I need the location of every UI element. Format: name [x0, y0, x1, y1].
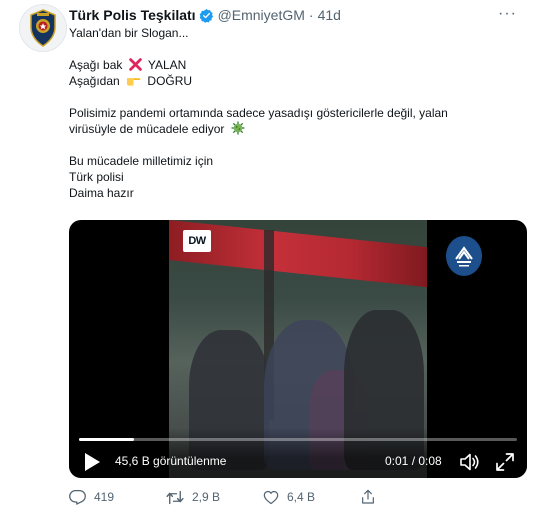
more-options-icon[interactable]: ··· [498, 5, 517, 23]
virus-icon [231, 121, 245, 139]
timestamp[interactable]: 41d [318, 7, 341, 23]
text-line: Yalan'dan bir Slogan... [69, 26, 189, 40]
text-fragment: Aşağı bak [69, 58, 123, 72]
text-line: Polisimiz pandemi ortamında sadece yasad… [69, 106, 448, 120]
police-badge-icon [30, 9, 56, 47]
tweet-actions: 419 2,9 B 6,4 B [69, 488, 400, 506]
display-name[interactable]: Türk Polis Teşkilatı [69, 7, 196, 23]
text-line: virüsüyle de mücadele ediyor [69, 121, 519, 137]
video-player[interactable]: DW 45,6 B görüntülenme 0:01 / 0:08 [69, 220, 527, 478]
text-fragment: YALAN [147, 58, 187, 72]
video-controls: 45,6 B görüntülenme 0:01 / 0:08 [69, 428, 527, 478]
reply-button[interactable]: 419 [69, 489, 166, 505]
play-icon[interactable] [83, 452, 101, 472]
ajans-haber-logo-icon [446, 236, 482, 276]
timecode: 0:01 / 0:08 [385, 454, 442, 468]
tweet-text: Yalan'dan bir Slogan... Aşağı bak YALAN … [69, 25, 519, 201]
text-line: Aşağıdan DOĞRU [69, 73, 519, 89]
separator-dot: · [308, 7, 314, 23]
retweet-button[interactable]: 2,9 B [166, 490, 263, 505]
text-fragment: DOĞRU [147, 74, 193, 88]
retweet-icon [166, 490, 184, 504]
text-line: Aşağı bak YALAN [69, 57, 519, 73]
line-break [69, 41, 519, 57]
handle[interactable]: @EmniyetGM [218, 7, 305, 23]
heart-icon [263, 490, 279, 504]
share-icon [362, 489, 374, 504]
like-button[interactable]: 6,4 B [263, 490, 360, 505]
reply-icon [69, 489, 86, 505]
share-button[interactable] [360, 489, 400, 505]
like-count: 6,4 B [287, 490, 316, 504]
text-fragment: Aşağıdan [69, 74, 120, 88]
line-break [69, 89, 519, 105]
fullscreen-icon[interactable] [495, 452, 515, 472]
tweet-header: Türk Polis Teşkilatı @EmniyetGM · 41d ··… [69, 5, 525, 25]
volume-icon[interactable] [459, 452, 481, 472]
reply-count: 419 [94, 490, 115, 504]
text-line: Daima hazır [69, 186, 134, 200]
line-break [69, 137, 519, 153]
text-fragment: virüsüyle de mücadele ediyor [69, 122, 225, 136]
dw-logo: DW [183, 230, 211, 252]
text-line: Türk polisi [69, 170, 124, 184]
avatar[interactable] [19, 4, 67, 52]
progress-bar[interactable] [79, 438, 517, 441]
pointing-hand-icon [126, 74, 141, 91]
retweet-count: 2,9 B [192, 490, 221, 504]
text-line: Bu mücadele milletimiz için [69, 154, 214, 168]
tweet: Türk Polis Teşkilatı @EmniyetGM · 41d ··… [0, 0, 535, 510]
progress-fill [79, 438, 134, 441]
view-count: 45,6 B görüntülenme [115, 454, 227, 468]
verified-badge-icon [199, 8, 214, 23]
